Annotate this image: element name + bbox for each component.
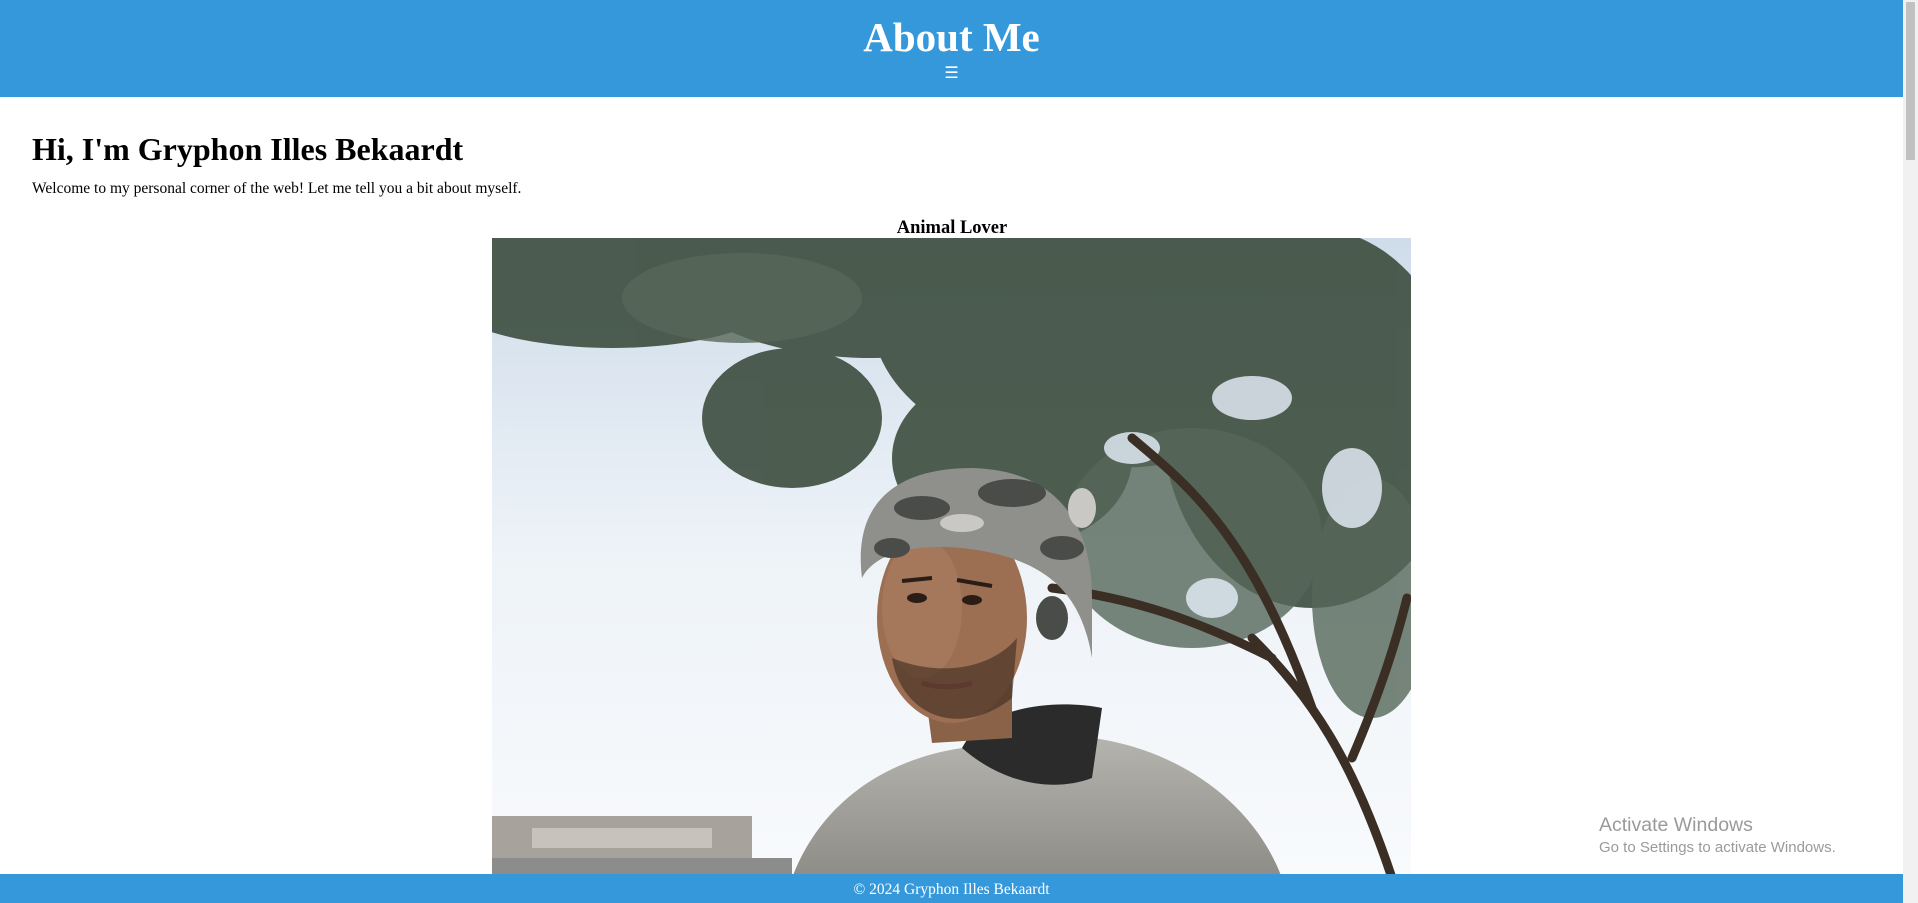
- intro-heading: Hi, I'm Gryphon Illes Bekaardt: [32, 131, 464, 167]
- page-title: About Me: [863, 14, 1040, 60]
- watermark-title: Activate Windows: [1599, 814, 1753, 836]
- intro-text: Welcome to my personal corner of the web…: [32, 180, 522, 197]
- hamburger-menu-icon[interactable]: ☰: [944, 65, 958, 81]
- section-animal-lover: Animal Lover: [32, 216, 1872, 240]
- main-content: Hi, I'm Gryphon Illes Bekaardt Welcome t…: [32, 97, 1872, 878]
- scrollbar-thumb[interactable]: [1906, 2, 1915, 160]
- watermark-subtitle: Go to Settings to activate Windows.: [1599, 839, 1836, 856]
- profile-photo: [492, 238, 1411, 878]
- profile-photo-illustration: [492, 238, 1411, 878]
- site-footer: © 2024 Gryphon Illes Bekaardt: [0, 874, 1903, 903]
- site-header: About Me ☰: [0, 0, 1903, 97]
- footer-copyright: © 2024 Gryphon Illes Bekaardt: [853, 881, 1050, 898]
- activate-windows-watermark: Activate Windows Go to Settings to activ…: [1599, 812, 1836, 858]
- vertical-scrollbar[interactable]: [1903, 0, 1918, 903]
- page: About Me ☰ Hi, I'm Gryphon Illes Bekaard…: [0, 0, 1918, 903]
- section-title: Animal Lover: [896, 218, 1008, 238]
